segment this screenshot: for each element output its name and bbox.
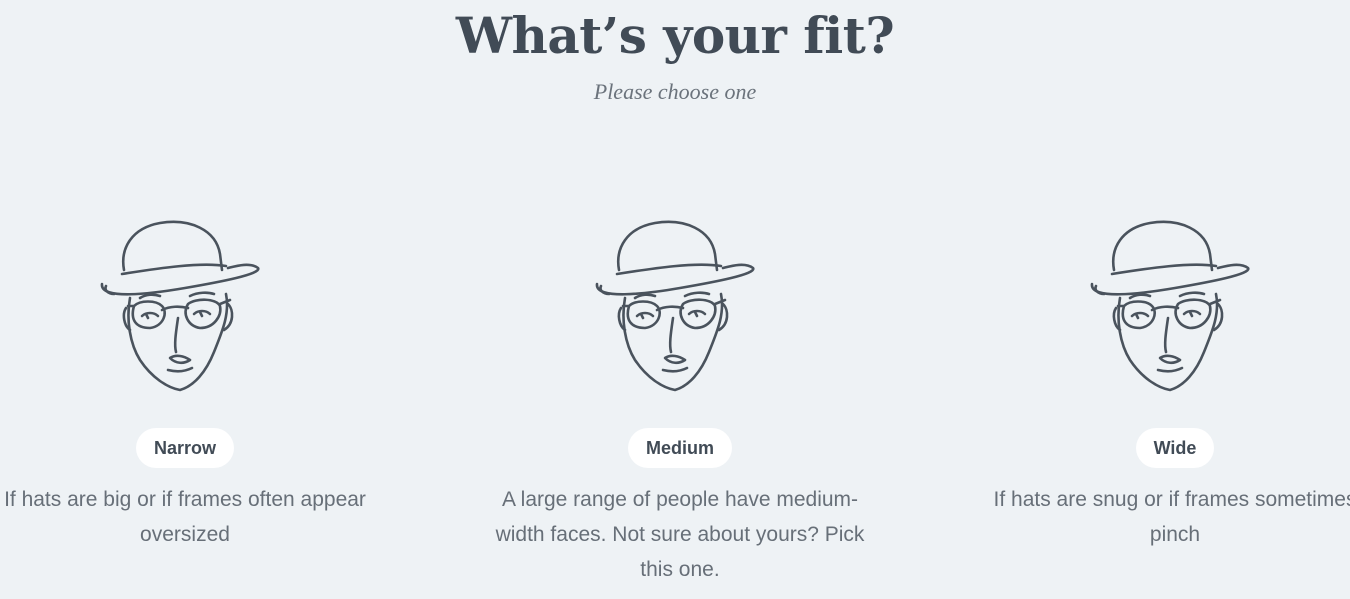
fit-header: What’s your fit? Please choose one xyxy=(0,0,1350,105)
fit-label-medium[interactable]: Medium xyxy=(627,428,732,468)
fit-option-wide[interactable]: Wide If hats are snug or if frames somet… xyxy=(965,212,1350,552)
page-title: What’s your fit? xyxy=(455,6,895,65)
face-with-hat-and-glasses-icon xyxy=(595,212,765,397)
face-with-hat-and-glasses-icon xyxy=(1090,212,1260,397)
page-subtitle: Please choose one xyxy=(593,79,757,104)
fit-label-narrow[interactable]: Narrow xyxy=(135,428,234,468)
fit-label-wide[interactable]: Wide xyxy=(1135,428,1215,468)
fit-description-medium: A large range of people have medium-widt… xyxy=(495,488,865,581)
fit-option-narrow[interactable]: Narrow If hats are big or if frames ofte… xyxy=(0,212,395,552)
face-with-hat-and-glasses-icon xyxy=(100,212,270,397)
fit-option-medium[interactable]: Medium A large range of people have medi… xyxy=(470,212,890,587)
fit-description-wide: If hats are snug or if frames sometimes … xyxy=(993,488,1350,546)
fit-description-narrow: If hats are big or if frames often appea… xyxy=(4,488,366,546)
